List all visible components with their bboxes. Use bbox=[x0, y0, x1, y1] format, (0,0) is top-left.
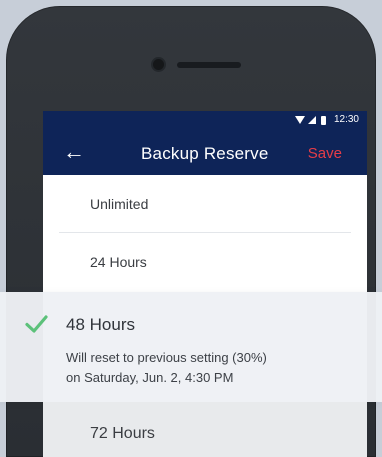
app-bar: ← Backup Reserve Save bbox=[43, 130, 367, 175]
status-time: 12:30 bbox=[333, 114, 359, 125]
status-icons: 12:30 bbox=[294, 114, 359, 125]
signal-icon bbox=[307, 116, 316, 124]
option-label: 72 Hours bbox=[90, 425, 155, 442]
option-label: 24 Hours bbox=[90, 254, 147, 270]
list-item[interactable]: 72 Hours bbox=[43, 402, 367, 457]
option-label: Unlimited bbox=[90, 196, 149, 212]
description-line: on Saturday, Jun. 2, 4:30 PM bbox=[66, 370, 234, 385]
status-bar: 12:30 bbox=[43, 111, 367, 130]
battery-icon bbox=[320, 115, 326, 125]
description-line: Will reset to previous setting (30%) bbox=[66, 350, 267, 365]
back-icon[interactable]: ← bbox=[63, 141, 85, 163]
save-button[interactable]: Save bbox=[308, 146, 342, 162]
speaker-grille bbox=[177, 62, 241, 68]
selected-option-description: Will reset to previous setting (30%) on … bbox=[66, 348, 356, 388]
list-item[interactable]: 24 Hours bbox=[43, 233, 367, 291]
wifi-icon bbox=[294, 116, 305, 124]
selected-option-title: 48 Hours bbox=[66, 315, 135, 334]
selected-option-card[interactable]: 48 Hours Will reset to previous setting … bbox=[0, 292, 382, 402]
front-camera bbox=[153, 59, 164, 70]
check-icon bbox=[25, 315, 48, 333]
page-title: Backup Reserve bbox=[141, 144, 269, 163]
list-item[interactable]: Unlimited bbox=[43, 175, 367, 233]
